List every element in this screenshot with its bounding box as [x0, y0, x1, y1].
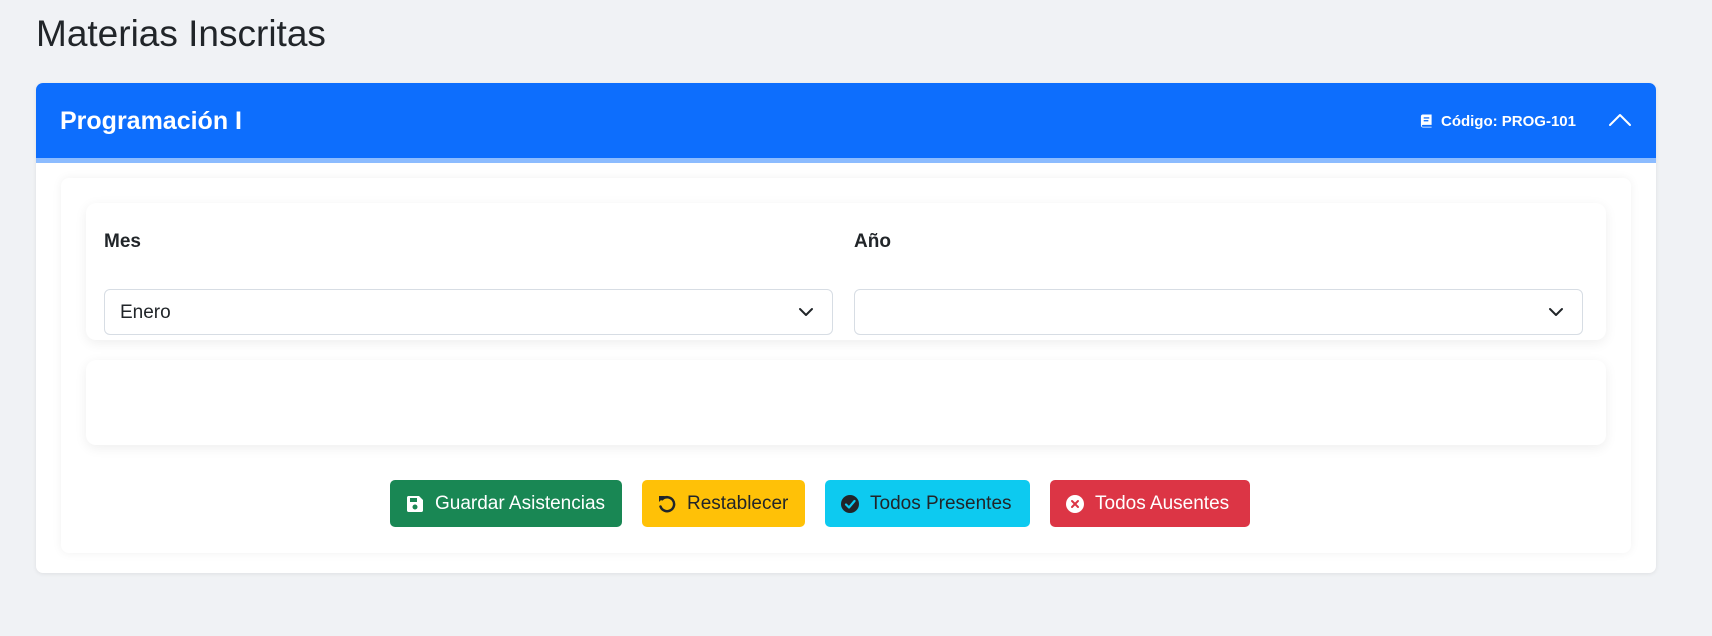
month-label: Mes [104, 231, 141, 252]
course-card-header[interactable]: Programación I Código: PROG-101 [36, 83, 1656, 158]
year-label: Año [854, 231, 891, 252]
month-select[interactable]: Enero [104, 289, 833, 335]
attendance-panel: Mes Enero Año Guardar Asistencias Restab… [61, 178, 1631, 553]
reset-button[interactable]: Restablecer [642, 480, 805, 527]
mark-all-absent-button[interactable]: Todos Ausentes [1050, 480, 1250, 527]
floppy-disk-icon [405, 494, 425, 514]
absent-button-label: Todos Ausentes [1095, 492, 1230, 514]
rotate-left-icon [657, 494, 677, 514]
month-select-value: Enero [120, 302, 171, 323]
header-divider [36, 158, 1656, 163]
course-code-badge: Código: PROG-101 [1420, 111, 1576, 131]
save-attendance-button[interactable]: Guardar Asistencias [390, 480, 622, 527]
action-buttons: Guardar Asistencias Restablecer Todos Pr… [61, 480, 1631, 528]
filters-card: Mes Enero Año [86, 203, 1606, 340]
mark-all-present-button[interactable]: Todos Presentes [825, 480, 1030, 527]
collapse-button[interactable] [1606, 108, 1634, 130]
page-title: Materias Inscritas [36, 13, 326, 54]
reset-button-label: Restablecer [687, 492, 789, 514]
chevron-down-icon [1548, 305, 1564, 319]
course-title: Programación I [60, 107, 242, 135]
attendance-table-area [86, 360, 1606, 445]
course-card: Programación I Código: PROG-101 Mes Ener… [36, 83, 1656, 573]
book-icon [1420, 114, 1432, 128]
chevron-down-icon [798, 305, 814, 319]
save-button-label: Guardar Asistencias [435, 492, 606, 514]
chevron-up-icon [1609, 114, 1631, 126]
course-code: Código: PROG-101 [1440, 112, 1576, 130]
x-circle-icon [1065, 494, 1085, 514]
year-select[interactable] [854, 289, 1583, 335]
check-circle-icon [840, 494, 860, 514]
present-button-label: Todos Presentes [870, 492, 1012, 514]
